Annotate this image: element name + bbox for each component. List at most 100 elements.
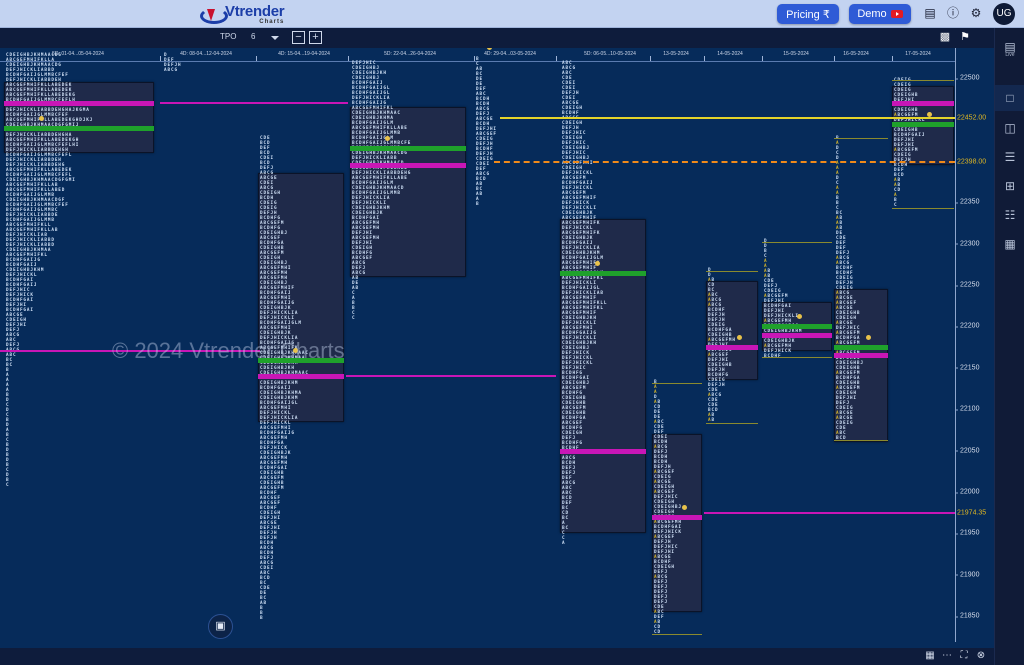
range-line xyxy=(834,439,888,441)
fit-screen-button[interactable]: ▣ xyxy=(208,614,233,639)
tpo-row: ABCG xyxy=(164,68,178,74)
price-tick-label: 21900 xyxy=(954,571,980,579)
range-line xyxy=(706,423,758,425)
vpoc-bar xyxy=(652,514,702,520)
vpoc-bar xyxy=(560,448,646,454)
bookmark-add-icon[interactable]: ⚑ xyxy=(959,31,971,44)
rows-layout-icon[interactable]: ☰ xyxy=(995,144,1024,170)
gear-icon[interactable]: ⚙ xyxy=(969,6,983,20)
single-layout-icon[interactable]: □ xyxy=(995,85,1024,111)
price-tick-label: 22300 xyxy=(954,240,980,248)
date-separator xyxy=(762,56,763,61)
date-label: 5D: 06-05...10-05-2024 xyxy=(584,51,636,57)
range-line xyxy=(762,241,832,243)
vpoc-bar xyxy=(762,332,832,338)
tpo-row: C xyxy=(6,483,10,489)
date-label: 5D: 22-04...26-04-2024 xyxy=(384,51,436,57)
date-label: 4D: 08-04...12-04-2024 xyxy=(180,51,232,57)
grid-6-layout-icon[interactable]: ▦ xyxy=(995,231,1024,257)
info-icon[interactable]: ⓘ xyxy=(946,6,960,20)
fullscreen-icon[interactable]: ⛶ xyxy=(958,650,970,662)
tpo-row: C xyxy=(352,316,356,322)
date-label: 17-05-2024 xyxy=(905,51,931,57)
price-level-label: 22452.00 xyxy=(957,114,987,122)
zoom-out-button[interactable]: − xyxy=(292,31,305,44)
tpo-label: TPO xyxy=(220,32,237,41)
vpoc-bar xyxy=(892,100,954,106)
range-line xyxy=(652,634,702,636)
date-separator xyxy=(348,56,349,61)
vpoc-bar xyxy=(4,100,154,106)
open-marker-icon xyxy=(39,115,44,121)
tpo-row: B xyxy=(260,615,264,621)
open-marker-icon xyxy=(681,504,687,510)
poc-bar xyxy=(892,121,954,127)
vpoc-bar xyxy=(706,345,758,351)
columns-layout-icon[interactable]: ☷ xyxy=(995,202,1024,228)
grid-4-layout-icon[interactable]: ⊞ xyxy=(995,173,1024,199)
poc-bar xyxy=(762,324,832,330)
naked-level-line xyxy=(346,375,556,378)
price-tick-label: 22050 xyxy=(954,447,980,455)
date-label: 4D: 29-04...03-05-2024 xyxy=(484,51,536,57)
tpo-chart[interactable]: 5D: 01-04...05-04-2024 4D: 08-04...12-04-… xyxy=(0,48,994,648)
date-separator xyxy=(834,56,835,61)
tpo-row: A xyxy=(562,541,566,547)
naked-level-line xyxy=(494,161,955,164)
chevron-down-icon[interactable] xyxy=(271,36,279,40)
date-label: 16-05-2024 xyxy=(843,51,869,57)
naked-level-line xyxy=(704,512,955,515)
open-marker-icon xyxy=(736,335,742,341)
split-layout-icon[interactable]: ◫ xyxy=(995,115,1024,141)
date-label: 4D: 15-04...19-04-2024 xyxy=(278,51,330,57)
date-separator xyxy=(650,56,651,61)
vpoc-bar xyxy=(350,162,466,168)
naked-level-line xyxy=(160,101,348,104)
vpoc-bar xyxy=(834,353,888,359)
price-tick-label: 22200 xyxy=(954,322,980,330)
demo-button[interactable]: Demo xyxy=(849,4,911,24)
price-tick-label: 22250 xyxy=(954,281,980,289)
date-separator xyxy=(256,56,257,61)
layout-panel: ▤ Live □ ◫ ☰ ⊞ ☷ ▦ xyxy=(994,28,1024,665)
avatar[interactable]: UG xyxy=(993,3,1015,25)
vpoc-bar xyxy=(258,374,344,380)
date-separator xyxy=(474,56,475,61)
poc-bar xyxy=(4,125,154,131)
demo-label: Demo xyxy=(857,8,887,20)
price-level-label: 22398.00 xyxy=(957,158,987,166)
date-label: 14-05-2024 xyxy=(717,51,743,57)
price-tick-label: 22500 xyxy=(954,74,980,82)
top-bar: Vtrender Charts Pricing ₹ Demo ▤ ⓘ ⚙ UG xyxy=(0,0,1024,28)
price-tick-label: 22000 xyxy=(954,488,980,496)
pricing-button[interactable]: Pricing ₹ xyxy=(777,4,839,24)
zoom-in-button[interactable]: + xyxy=(309,31,322,44)
brand-name: Vtrender xyxy=(225,2,285,20)
poc-bar xyxy=(350,146,466,152)
price-axis-line xyxy=(955,48,956,642)
range-line xyxy=(762,357,832,359)
save-icon[interactable]: ▩ xyxy=(939,31,951,44)
document-icon[interactable]: ▤ xyxy=(923,6,937,20)
range-line xyxy=(652,382,702,384)
date-separator xyxy=(704,56,705,61)
live-label: Live xyxy=(1005,52,1015,58)
ellipsis-icon[interactable]: ⋯ xyxy=(941,650,953,662)
range-line xyxy=(834,138,888,140)
tpo-size-select[interactable]: 6 xyxy=(251,32,255,41)
bottom-bar: ▦ ⋯ ⛶ ⊗ xyxy=(0,648,994,665)
close-circle-icon[interactable]: ⊗ xyxy=(975,650,987,662)
tpo-row: B xyxy=(476,202,480,208)
poc-bar xyxy=(834,345,888,351)
price-tick-label: 21850 xyxy=(954,612,980,620)
grid-icon[interactable]: ▦ xyxy=(924,650,936,662)
vtrender-logo[interactable]: Vtrender Charts xyxy=(200,2,285,25)
date-label: 13-05-2024 xyxy=(663,51,689,57)
chart-toolbar: TPO 6 − + ▩ ⚑ xyxy=(0,28,994,48)
price-tick-label: 21950 xyxy=(954,529,980,537)
watermark: © 2024 Vtrender Charts xyxy=(112,338,345,363)
pricing-label: Pricing ₹ xyxy=(786,8,830,21)
date-separator xyxy=(556,56,557,61)
logo-mark-icon xyxy=(200,6,228,24)
range-line xyxy=(892,80,954,82)
